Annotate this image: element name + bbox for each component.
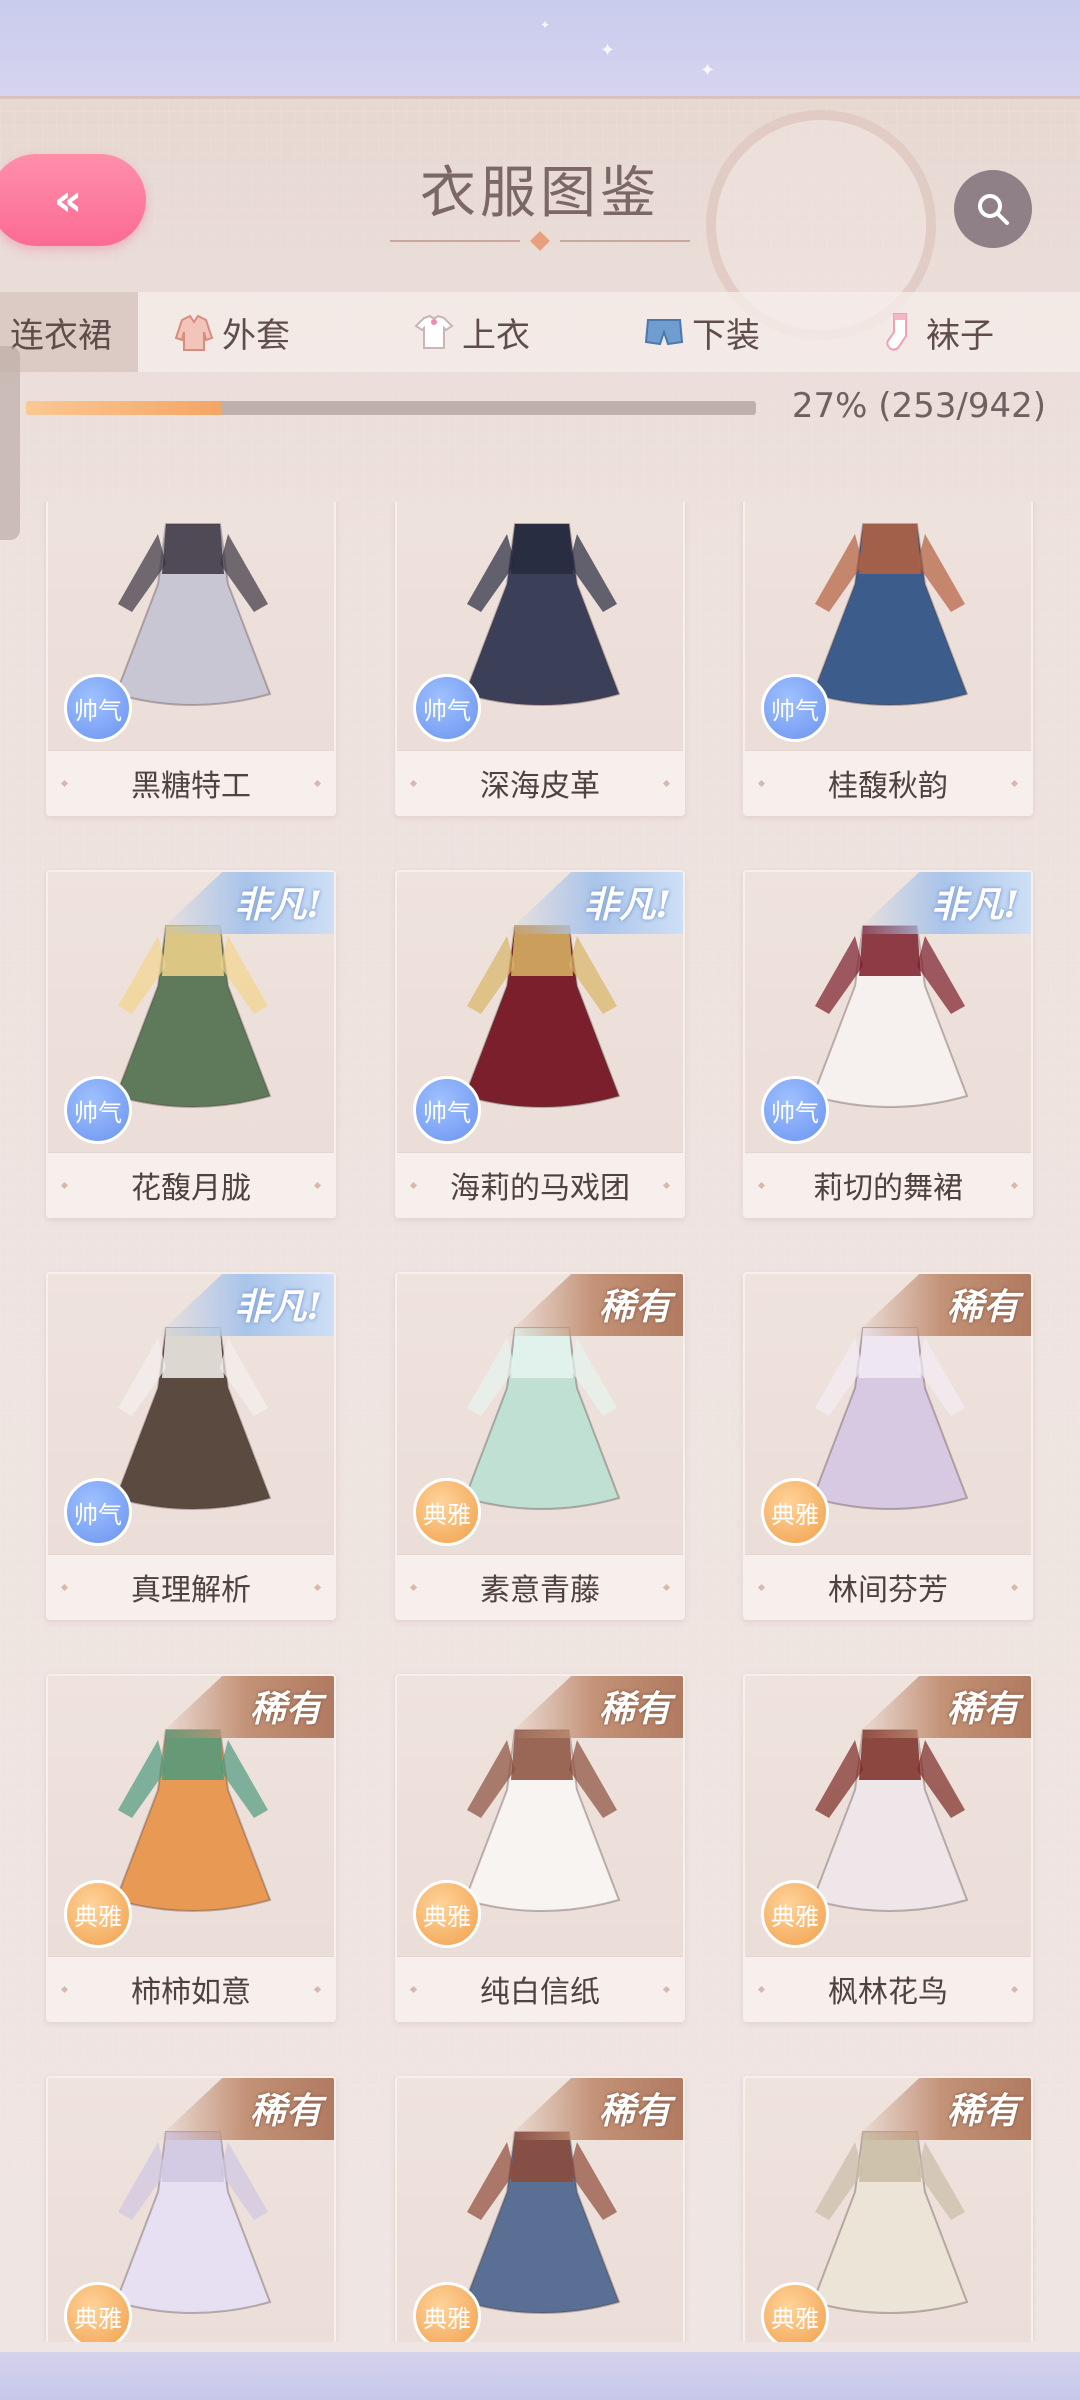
tab-coats[interactable]: 外套: [172, 292, 332, 372]
outfit-name: 素意青藤: [397, 1554, 683, 1618]
style-badge: 帅气: [64, 674, 132, 742]
sparkle-icon: ✦: [600, 40, 616, 61]
outfit-card[interactable]: 稀有 典雅 柿柿如意: [46, 1674, 336, 2022]
style-badge: 帅气: [64, 1478, 132, 1546]
bottom-strip: [0, 2352, 1080, 2400]
outfit-grid: 帅气 黑糖特工 帅气 深海皮革 帅气 桂馥秋韵 非凡! 帅气 花馥月胧 非凡! …: [0, 502, 1080, 2342]
style-badge: 典雅: [413, 2282, 481, 2342]
collection-progress-bar: [26, 401, 756, 415]
coat-icon: [174, 314, 214, 351]
outfit-name: 深海皮革: [397, 750, 683, 814]
outfit-card[interactable]: 非凡! 帅气 真理解析: [46, 1272, 336, 1620]
tab-dresses[interactable]: 连衣裙: [0, 292, 138, 372]
tab-socks[interactable]: 袜子: [876, 292, 1036, 372]
style-badge: 典雅: [64, 2282, 132, 2342]
page-title: 衣服图鉴: [420, 161, 660, 226]
back-button[interactable]: «: [0, 154, 146, 246]
style-badge: 帅气: [413, 674, 481, 742]
outfit-name: 真理解析: [48, 1554, 334, 1618]
status-strip: [0, 0, 1080, 96]
category-tabs: 连衣裙 外套 上衣 下装 袜子: [0, 292, 1080, 372]
outfit-card[interactable]: 稀有 典雅: [395, 2076, 685, 2342]
style-badge: 帅气: [761, 674, 829, 742]
tab-label: 连衣裙: [10, 315, 112, 356]
style-badge: 帅气: [761, 1076, 829, 1144]
outfit-name: 纯白信纸: [397, 1956, 683, 2020]
style-badge: 典雅: [413, 1478, 481, 1546]
tab-label: 袜子: [926, 315, 994, 356]
style-badge: 典雅: [761, 1880, 829, 1948]
style-badge: 典雅: [64, 1880, 132, 1948]
outfit-name: 柿柿如意: [48, 1956, 334, 2020]
outfit-card[interactable]: 稀有 典雅 林间芬芳: [743, 1272, 1033, 1620]
search-icon: [978, 194, 1009, 225]
outfit-name: 花馥月胧: [48, 1152, 334, 1216]
style-badge: 帅气: [64, 1076, 132, 1144]
outfit-card[interactable]: 帅气 桂馥秋韵: [743, 502, 1033, 816]
outfit-name: 莉切的舞裙: [745, 1152, 1031, 1216]
tab-label: 上衣: [462, 315, 530, 356]
outfit-name: 海莉的马戏团: [397, 1152, 683, 1216]
outfit-card[interactable]: 帅气 黑糖特工: [46, 502, 336, 816]
tab-label: 下装: [692, 315, 760, 356]
outfit-card[interactable]: 稀有 典雅 素意青藤: [395, 1272, 685, 1620]
sparkle-icon: ✦: [700, 60, 716, 81]
outfit-name: 林间芬芳: [745, 1554, 1031, 1618]
outfit-card[interactable]: 稀有 典雅: [743, 2076, 1033, 2342]
shirt-icon: [414, 314, 454, 349]
outfit-card[interactable]: 帅气 深海皮革: [395, 502, 685, 816]
outfit-name: 桂馥秋韵: [745, 750, 1031, 814]
sock-icon: [886, 313, 907, 351]
tab-bottoms[interactable]: 下装: [642, 292, 792, 372]
style-badge: 典雅: [413, 1880, 481, 1948]
outfit-card[interactable]: 稀有 典雅: [46, 2076, 336, 2342]
outfit-card[interactable]: 非凡! 帅气 花馥月胧: [46, 870, 336, 1218]
outfit-card[interactable]: 稀有 典雅 纯白信纸: [395, 1674, 685, 2022]
outfit-card[interactable]: 非凡! 帅气 海莉的马戏团: [395, 870, 685, 1218]
progress-fill: [26, 401, 223, 415]
search-button[interactable]: [954, 170, 1032, 248]
outfit-name: 枫林花鸟: [745, 1956, 1031, 2020]
outfit-name: 黑糖特工: [48, 750, 334, 814]
collection-progress-text: 27% (253/942): [791, 386, 1046, 426]
sparkle-icon: ✦: [540, 18, 551, 32]
style-badge: 帅气: [413, 1076, 481, 1144]
outfit-card[interactable]: 稀有 典雅 枫林花鸟: [743, 1674, 1033, 2022]
style-badge: 典雅: [761, 2282, 829, 2342]
tab-tops[interactable]: 上衣: [412, 292, 562, 372]
shorts-icon: [644, 319, 684, 346]
title-ornament: [390, 231, 690, 251]
double-chevron-left-icon: «: [53, 174, 83, 226]
outfit-card[interactable]: 非凡! 帅气 莉切的舞裙: [743, 870, 1033, 1218]
style-badge: 典雅: [761, 1478, 829, 1546]
tab-label: 外套: [222, 315, 290, 356]
